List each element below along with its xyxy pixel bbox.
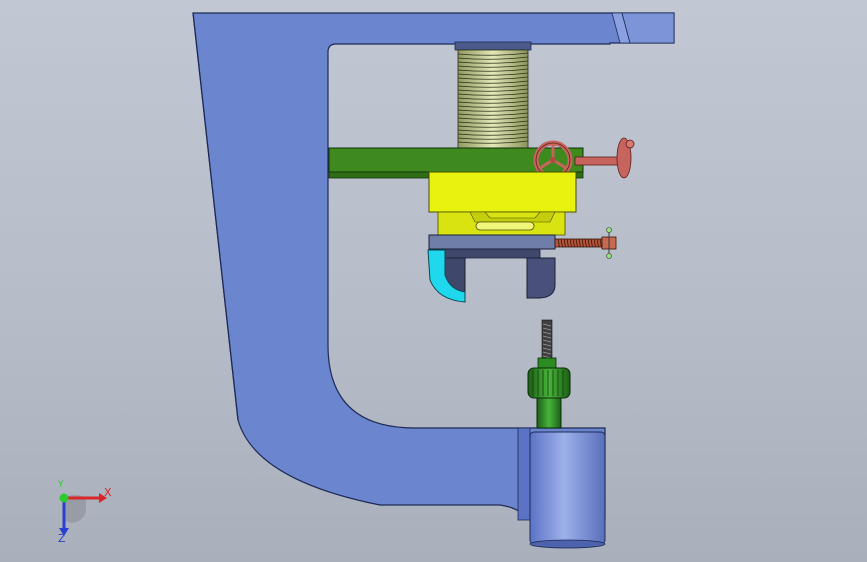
base-cylinder[interactable]: [517, 427, 606, 549]
clamp-block[interactable]: [428, 171, 577, 236]
x-axis-label: X: [104, 486, 112, 499]
graphics-viewport[interactable]: X Y Z: [0, 0, 867, 562]
coordinate-triad: X Y Z: [44, 480, 124, 550]
y-axis-label: Y: [58, 480, 64, 490]
y-axis-dot: [59, 493, 69, 503]
z-axis-label: Z: [58, 532, 66, 545]
green-chuck[interactable]: [527, 319, 571, 429]
triad-graphic: [59, 493, 107, 536]
threaded-spindle[interactable]: [454, 41, 532, 149]
model-scene[interactable]: [0, 0, 867, 562]
